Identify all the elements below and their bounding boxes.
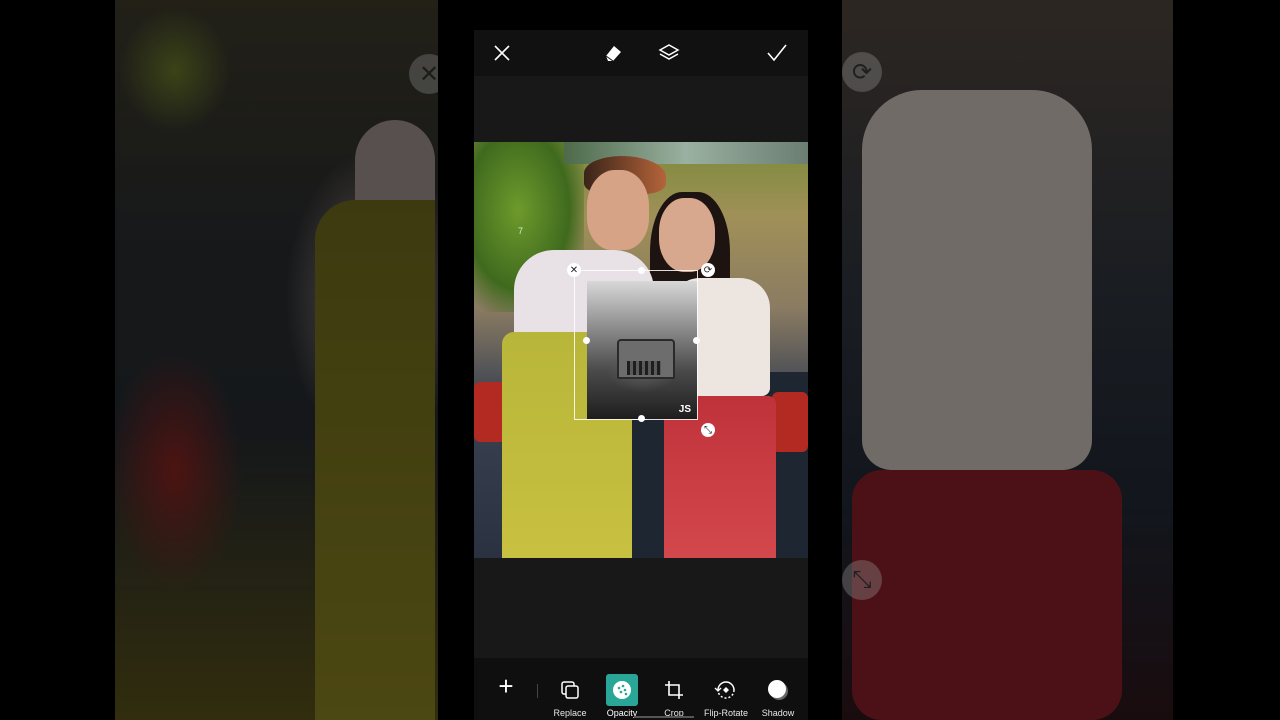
top-bar	[474, 30, 808, 76]
background-resize-icon: ⤡	[842, 560, 882, 600]
photo-boy-head	[587, 170, 649, 250]
sticker-image[interactable]: JS	[587, 281, 697, 419]
tool-crop[interactable]: Crop	[646, 674, 702, 720]
resize-handle-right[interactable]	[693, 337, 700, 344]
bottom-toolbar: + Replace Opacity Crop Flip-Rotate Shado…	[474, 658, 808, 720]
rotate-sticker-icon[interactable]: ⟳	[701, 263, 715, 277]
delete-sticker-icon[interactable]: ✕	[567, 263, 581, 277]
tool-label: Flip-Rotate	[703, 708, 748, 718]
opacity-icon	[606, 674, 638, 706]
photo-girl-pants	[664, 396, 776, 558]
sticker-jeep-grill	[627, 361, 661, 375]
background-close-icon: ✕	[409, 54, 438, 94]
resize-handle-top[interactable]	[638, 267, 645, 274]
photo-car-right	[772, 392, 808, 452]
photo-girl-head	[659, 198, 715, 272]
phone-frame: 7 JS ✕ ⟳ ⤡ + Replace Opacity Crop Flip-R…	[438, 0, 842, 720]
tool-shadow[interactable]: Shadow	[750, 674, 806, 720]
background-torso	[862, 90, 1092, 470]
check-icon[interactable]	[764, 40, 790, 66]
tool-label: Replace	[553, 708, 587, 718]
tool-flip-rotate[interactable]: Flip-Rotate	[698, 674, 754, 720]
sticker-bounding-box[interactable]: JS ✕ ⟳ ⤡	[567, 263, 715, 437]
background-blur-right: ⟳ ⤡	[842, 0, 1173, 720]
sticker-logo: JS	[678, 404, 691, 415]
photo-canvas[interactable]: 7 JS ✕ ⟳ ⤡	[474, 142, 808, 558]
close-icon[interactable]	[489, 40, 515, 66]
toolbar-scroll-indicator[interactable]	[634, 716, 694, 718]
background-rotate-icon: ⟳	[842, 52, 882, 92]
background-blur-left: ✕	[115, 0, 438, 720]
editor-app: 7 JS ✕ ⟳ ⤡ + Replace Opacity Crop Flip-R…	[474, 30, 808, 720]
eraser-icon[interactable]	[600, 40, 626, 66]
add-button[interactable]: +	[492, 671, 520, 701]
tool-label: Shadow	[761, 708, 795, 718]
resize-handle-bottom[interactable]	[638, 415, 645, 422]
shadow-icon	[762, 674, 794, 706]
background-pants	[852, 470, 1122, 720]
layers-icon[interactable]	[656, 40, 682, 66]
tool-opacity[interactable]: Opacity	[594, 674, 650, 720]
flip-rotate-icon	[710, 674, 742, 706]
photo-watermark: 7	[518, 226, 524, 236]
canvas-area: 7 JS ✕ ⟳ ⤡	[474, 76, 808, 658]
background-overalls	[315, 200, 435, 720]
resize-handle-left[interactable]	[583, 337, 590, 344]
scale-sticker-icon[interactable]: ⤡	[701, 423, 715, 437]
tool-replace[interactable]: Replace	[542, 674, 598, 720]
crop-icon	[658, 674, 690, 706]
toolbar-divider	[537, 684, 538, 698]
replace-icon	[554, 674, 586, 706]
